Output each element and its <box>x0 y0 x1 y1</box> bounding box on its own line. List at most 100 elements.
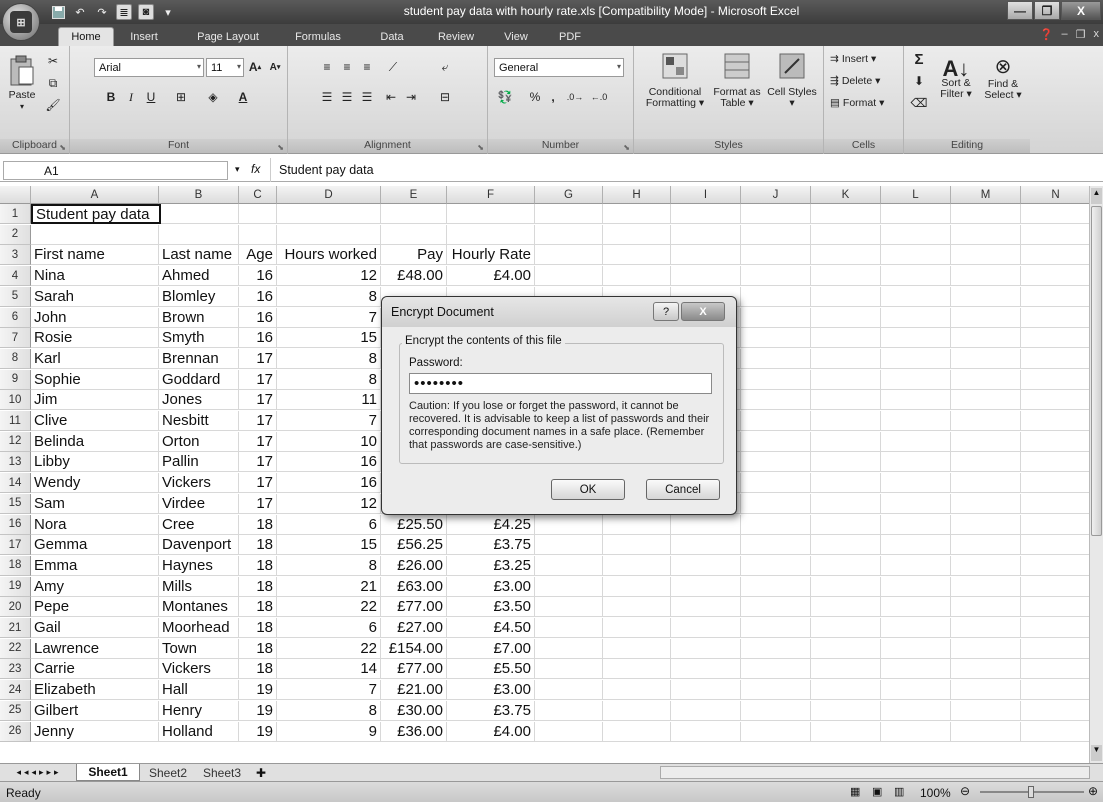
cell-c5[interactable]: 16 <box>239 286 277 307</box>
cell-b11[interactable]: Nesbitt <box>159 411 239 431</box>
cell-n6[interactable] <box>1021 308 1089 328</box>
cell-a25[interactable]: Gilbert <box>31 700 159 721</box>
format-painter-icon[interactable]: 🖌 <box>44 96 62 114</box>
cell-l2[interactable] <box>881 224 951 245</box>
cell-b19[interactable]: Mills <box>159 576 239 597</box>
cell-d17[interactable]: 15 <box>277 535 381 556</box>
page-break-view-icon[interactable]: ▥ <box>894 785 904 798</box>
cell-a21[interactable]: Gail <box>31 618 159 638</box>
cell-k18[interactable] <box>811 555 881 576</box>
cell-d24[interactable]: 7 <box>277 680 381 701</box>
cell-m4[interactable] <box>951 266 1021 287</box>
cell-n26[interactable] <box>1021 722 1089 742</box>
autosum-icon[interactable]: Σ <box>910 50 928 68</box>
cell-l20[interactable] <box>881 597 951 618</box>
name-box[interactable]: A1 <box>3 161 228 180</box>
cell-k23[interactable] <box>811 659 881 680</box>
cell-h21[interactable] <box>603 618 671 638</box>
cell-j9[interactable] <box>741 369 811 390</box>
cell-d11[interactable]: 7 <box>277 411 381 431</box>
cell-h2[interactable] <box>603 224 671 245</box>
cell-m8[interactable] <box>951 348 1021 369</box>
cell-m22[interactable] <box>951 638 1021 659</box>
cell-b5[interactable]: Blomley <box>159 286 239 307</box>
cell-g3[interactable] <box>535 245 603 266</box>
cell-b17[interactable]: Davenport <box>159 535 239 556</box>
cell-k14[interactable] <box>811 473 881 494</box>
align-bottom-icon[interactable]: ≡ <box>358 58 376 76</box>
cell-b21[interactable]: Moorhead <box>159 618 239 638</box>
cell-c9[interactable]: 17 <box>239 369 277 390</box>
cell-h25[interactable] <box>603 700 671 721</box>
font-launcher-icon[interactable]: ⬊ <box>277 143 284 152</box>
cell-m10[interactable] <box>951 390 1021 411</box>
cell-k13[interactable] <box>811 452 881 473</box>
cell-d20[interactable]: 22 <box>277 597 381 618</box>
cell-c18[interactable]: 18 <box>239 555 277 576</box>
sheet-tab-2[interactable]: Sheet2 <box>142 764 194 781</box>
row-header[interactable]: 15 <box>0 493 31 514</box>
row-header[interactable]: 19 <box>0 576 31 597</box>
cell-g1[interactable] <box>535 204 603 224</box>
cell-i1[interactable] <box>671 204 741 224</box>
font-color-icon[interactable]: A <box>234 88 252 106</box>
number-launcher-icon[interactable]: ⬊ <box>623 143 630 152</box>
cell-d4[interactable]: 12 <box>277 266 381 287</box>
cell-a16[interactable]: Nora <box>31 514 159 535</box>
cell-c8[interactable]: 17 <box>239 348 277 369</box>
cell-j12[interactable] <box>741 431 811 452</box>
cell-d13[interactable]: 16 <box>277 452 381 473</box>
decrease-indent-icon[interactable]: ⇤ <box>382 88 400 106</box>
orientation-icon[interactable]: ⟋ <box>384 58 402 76</box>
cell-d26[interactable]: 9 <box>277 721 381 742</box>
cell-b16[interactable]: Cree <box>159 514 239 535</box>
number-format-combo[interactable]: General ▾ <box>494 58 624 77</box>
cell-m14[interactable] <box>951 473 1021 494</box>
cell-j19[interactable] <box>741 576 811 597</box>
cell-c24[interactable]: 19 <box>239 680 277 701</box>
cell-n20[interactable] <box>1021 597 1089 618</box>
help-icon[interactable]: ❓ <box>1040 28 1054 41</box>
cell-g20[interactable] <box>535 597 603 618</box>
cell-b13[interactable]: Pallin <box>159 452 239 473</box>
cell-l4[interactable] <box>881 266 951 287</box>
shrink-font-icon[interactable]: A ▾ <box>266 58 284 76</box>
cell-a23[interactable]: Carrie <box>31 659 159 680</box>
increase-decimal-icon[interactable]: .0→ <box>566 88 584 106</box>
increase-indent-icon[interactable]: ⇥ <box>402 88 420 106</box>
cell-k1[interactable] <box>811 204 881 224</box>
cancel-button[interactable]: Cancel <box>646 479 720 500</box>
cell-c16[interactable]: 18 <box>239 514 277 535</box>
cell-m21[interactable] <box>951 618 1021 638</box>
cell-a6[interactable]: John <box>31 307 159 328</box>
cell-e24[interactable]: £21.00 <box>381 680 447 701</box>
cell-g25[interactable] <box>535 700 603 721</box>
sheet-tab-3[interactable]: Sheet3 <box>196 764 248 781</box>
cell-l16[interactable] <box>881 514 951 535</box>
cell-e18[interactable]: £26.00 <box>381 555 447 576</box>
cell-a3[interactable]: First name <box>31 245 159 266</box>
cell-c15[interactable]: 17 <box>239 493 277 514</box>
cell-a1[interactable]: Student pay data <box>31 204 161 224</box>
grow-font-icon[interactable]: A ▴ <box>246 58 264 76</box>
cell-l10[interactable] <box>881 390 951 411</box>
column-header-c[interactable]: C <box>239 186 277 204</box>
cell-n1[interactable] <box>1021 204 1089 224</box>
cell-l24[interactable] <box>881 680 951 701</box>
cell-l21[interactable] <box>881 618 951 638</box>
cell-m24[interactable] <box>951 680 1021 701</box>
sheet-nav-icons[interactable]: ◂◂◂▸▸▸ <box>4 764 74 781</box>
cell-n5[interactable] <box>1021 287 1089 307</box>
row-header[interactable]: 26 <box>0 721 31 742</box>
cell-a26[interactable]: Jenny <box>31 721 159 742</box>
sort-filter-button[interactable]: A↓ Sort & Filter ▾ <box>934 50 978 112</box>
row-header[interactable]: 2 <box>0 224 31 245</box>
cell-d14[interactable]: 16 <box>277 473 381 494</box>
cell-c7[interactable]: 16 <box>239 328 277 349</box>
cell-a12[interactable]: Belinda <box>31 431 159 452</box>
cell-b6[interactable]: Brown <box>159 307 239 328</box>
cell-k22[interactable] <box>811 638 881 659</box>
column-header-f[interactable]: F <box>447 186 535 204</box>
cell-d5[interactable]: 8 <box>277 286 381 307</box>
cell-c17[interactable]: 18 <box>239 535 277 556</box>
